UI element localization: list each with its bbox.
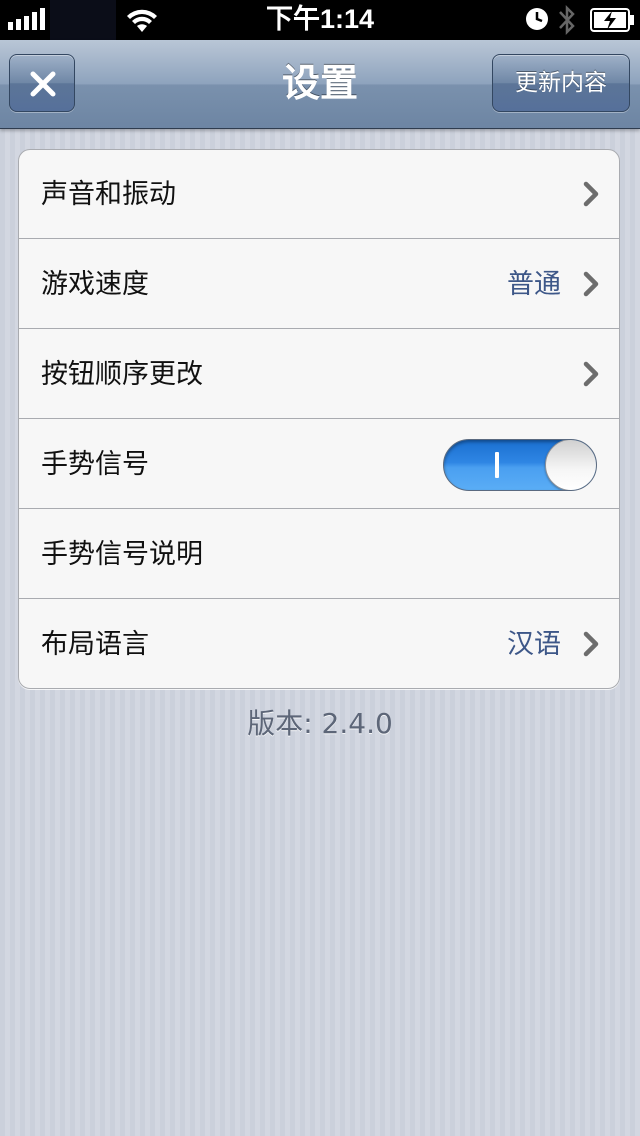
- battery-icon: [590, 8, 634, 32]
- row-label: 手势信号说明: [41, 539, 203, 570]
- settings-row-layout-language[interactable]: 布局语言 汉语: [19, 600, 619, 688]
- update-content-button[interactable]: 更新内容: [492, 54, 630, 112]
- chevron-right-icon: [583, 631, 599, 657]
- settings-row-gesture-signal: 手势信号: [19, 420, 619, 509]
- version-label: 版本: 2.4.0: [247, 707, 393, 740]
- page-title: 设置: [281, 61, 358, 105]
- clock-icon: [526, 8, 548, 30]
- settings-row-sound-vibration[interactable]: 声音和振动: [19, 150, 619, 239]
- chevron-right-icon: [583, 271, 599, 297]
- toggle-knob[interactable]: [545, 440, 596, 490]
- row-label: 游戏速度: [41, 269, 149, 300]
- settings-row-game-speed[interactable]: 游戏速度 普通: [19, 240, 619, 329]
- chevron-right-icon: [583, 181, 599, 207]
- row-label: 声音和振动: [41, 179, 176, 210]
- row-value: 普通: [507, 269, 561, 300]
- settings-row-gesture-help[interactable]: 手势信号说明: [19, 510, 619, 599]
- bluetooth-icon: [559, 4, 575, 36]
- chevron-right-icon: [583, 361, 599, 387]
- toggle-on-mark: [495, 452, 499, 478]
- gesture-signal-toggle[interactable]: [443, 439, 597, 491]
- row-label: 按钮顺序更改: [41, 359, 203, 390]
- settings-row-button-order[interactable]: 按钮顺序更改: [19, 330, 619, 419]
- row-label: 手势信号: [41, 449, 149, 480]
- navigation-bar: 设置 更新内容: [0, 40, 640, 129]
- close-button[interactable]: [9, 54, 75, 112]
- status-bar: 下午1:14: [0, 0, 640, 40]
- settings-list: 声音和振动 游戏速度 普通 按钮顺序更改 手势信号 手势信号说明 布局语言 汉语: [18, 149, 620, 689]
- row-value: 汉语: [507, 629, 561, 660]
- row-label: 布局语言: [41, 629, 149, 660]
- close-icon: [30, 71, 56, 97]
